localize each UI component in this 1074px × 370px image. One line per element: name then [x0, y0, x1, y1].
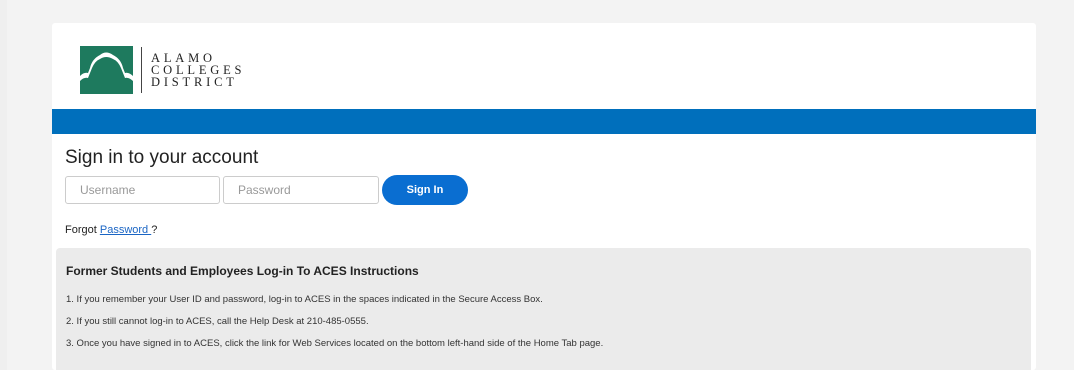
instruction-item-3: 3. Once you have signed in to ACES, clic…	[66, 338, 604, 349]
username-input[interactable]	[65, 176, 220, 204]
logo-divider	[141, 47, 142, 93]
logo-line-district: DISTRICT	[151, 75, 238, 89]
signin-title: Sign in to your account	[65, 147, 259, 168]
instruction-item-2: 2. If you still cannot log-in to ACES, c…	[66, 316, 369, 327]
header-blue-bar	[52, 109, 1036, 134]
instruction-item-1: 1. If you remember your User ID and pass…	[66, 294, 543, 305]
forgot-prefix: Forgot	[65, 224, 100, 236]
login-card: ALAMO COLLEGES DISTRICT Sign in to your …	[52, 23, 1036, 370]
sign-in-button[interactable]: Sign In	[382, 175, 468, 205]
page-background: ALAMO COLLEGES DISTRICT Sign in to your …	[7, 0, 1074, 370]
instructions-list: 1. If you remember your User ID and pass…	[66, 294, 603, 360]
logo-wordmark: ALAMO COLLEGES DISTRICT	[151, 52, 245, 89]
forgot-password-link[interactable]: Password	[100, 224, 151, 236]
forgot-suffix: ?	[151, 224, 158, 236]
password-input[interactable]	[223, 176, 379, 204]
forgot-password-text: Forgot Password ?	[65, 224, 157, 237]
alamo-colleges-logo[interactable]: ALAMO COLLEGES DISTRICT	[80, 45, 245, 95]
alamo-mission-logo-icon	[80, 46, 133, 94]
aces-instructions-panel: Former Students and Employees Log-in To …	[56, 248, 1031, 370]
instructions-title: Former Students and Employees Log-in To …	[66, 264, 419, 278]
